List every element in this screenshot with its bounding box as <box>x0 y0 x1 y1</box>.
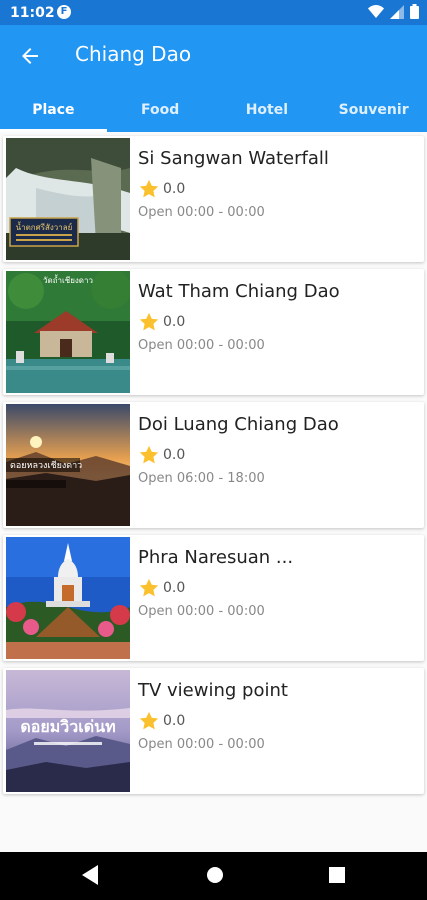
place-rating: 0.0 <box>138 311 185 333</box>
status-bar: 11:02 F <box>0 0 427 25</box>
star-icon <box>139 711 159 730</box>
nav-back-icon[interactable] <box>80 864 100 886</box>
place-rating: 0.0 <box>138 178 185 200</box>
star-icon <box>139 312 159 331</box>
back-arrow-icon[interactable] <box>18 44 42 68</box>
app-bar: Chiang Dao <box>0 25 427 87</box>
status-time: 11:02 <box>10 5 55 21</box>
opening-hours: Open 00:00 - 00:00 <box>138 205 265 220</box>
star-icon <box>139 578 159 597</box>
tab-hotel[interactable]: Hotel <box>214 87 321 132</box>
place-thumbnail-viewpoint: ดอยมวิวเด่นท <box>6 670 130 792</box>
place-name: TV viewing point <box>138 680 288 701</box>
battery-icon <box>410 4 419 19</box>
place-list: น้ำตกศรีสังวาลย์ Si Sangwan Waterfall 0.… <box>3 136 424 801</box>
place-card[interactable]: Phra Naresuan ... 0.0 Open 00:00 - 00:00 <box>3 535 424 661</box>
place-thumbnail-waterfall: น้ำตกศรีสังวาลย์ <box>6 138 130 260</box>
place-name: Wat Tham Chiang Dao <box>138 281 340 302</box>
place-card[interactable]: น้ำตกศรีสังวาลย์ Si Sangwan Waterfall 0.… <box>3 136 424 262</box>
system-nav-bar <box>0 852 427 900</box>
place-rating: 0.0 <box>138 577 185 599</box>
rating-value: 0.0 <box>163 580 186 596</box>
place-rating: 0.0 <box>138 710 185 732</box>
star-icon <box>139 179 159 198</box>
star-icon <box>139 445 159 464</box>
opening-hours: Open 06:00 - 18:00 <box>138 471 265 486</box>
wifi-icon <box>368 4 384 18</box>
place-name: Si Sangwan Waterfall <box>138 148 329 169</box>
thumb-sign-text: น้ำตกศรีสังวาลย์ <box>16 221 73 232</box>
thumb-title-text: ดอยมวิวเด่นท <box>20 717 115 736</box>
place-thumbnail-mountain-sunrise: ดอยหลวงเชียงดาว <box>6 404 130 526</box>
rating-value: 0.0 <box>163 713 186 729</box>
place-card[interactable]: ดอยหลวงเชียงดาว Doi Luang Chiang Dao 0.0… <box>3 402 424 528</box>
thumb-title-text: ดอยหลวงเชียงดาว <box>10 460 82 471</box>
thumb-title-text: วัดถ้ำเชียงดาว <box>43 274 93 285</box>
tab-food[interactable]: Food <box>107 87 214 132</box>
place-rating: 0.0 <box>138 444 185 466</box>
place-name: Phra Naresuan ... <box>138 547 294 568</box>
app-notification-icon: F <box>57 5 71 19</box>
opening-hours: Open 00:00 - 00:00 <box>138 338 265 353</box>
tab-place[interactable]: Place <box>0 87 107 132</box>
place-card[interactable]: ดอยมวิวเด่นท TV viewing point 0.0 Open 0… <box>3 668 424 794</box>
place-thumbnail-pagoda <box>6 537 130 659</box>
rating-value: 0.0 <box>163 181 186 197</box>
place-name: Doi Luang Chiang Dao <box>138 414 339 435</box>
page-title: Chiang Dao <box>75 42 192 66</box>
place-thumbnail-temple: วัดถ้ำเชียงดาว <box>6 271 130 393</box>
rating-value: 0.0 <box>163 314 186 330</box>
nav-recent-apps-icon[interactable] <box>327 864 347 886</box>
tab-souvenir[interactable]: Souvenir <box>320 87 427 132</box>
place-card[interactable]: วัดถ้ำเชียงดาว Wat Tham Chiang Dao 0.0 O… <box>3 269 424 395</box>
nav-home-icon[interactable] <box>205 864 225 886</box>
opening-hours: Open 00:00 - 00:00 <box>138 737 265 752</box>
opening-hours: Open 00:00 - 00:00 <box>138 604 265 619</box>
rating-value: 0.0 <box>163 447 186 463</box>
signal-icon <box>390 4 404 19</box>
category-tabs: Place Food Hotel Souvenir <box>0 87 427 132</box>
status-icons <box>368 4 419 19</box>
